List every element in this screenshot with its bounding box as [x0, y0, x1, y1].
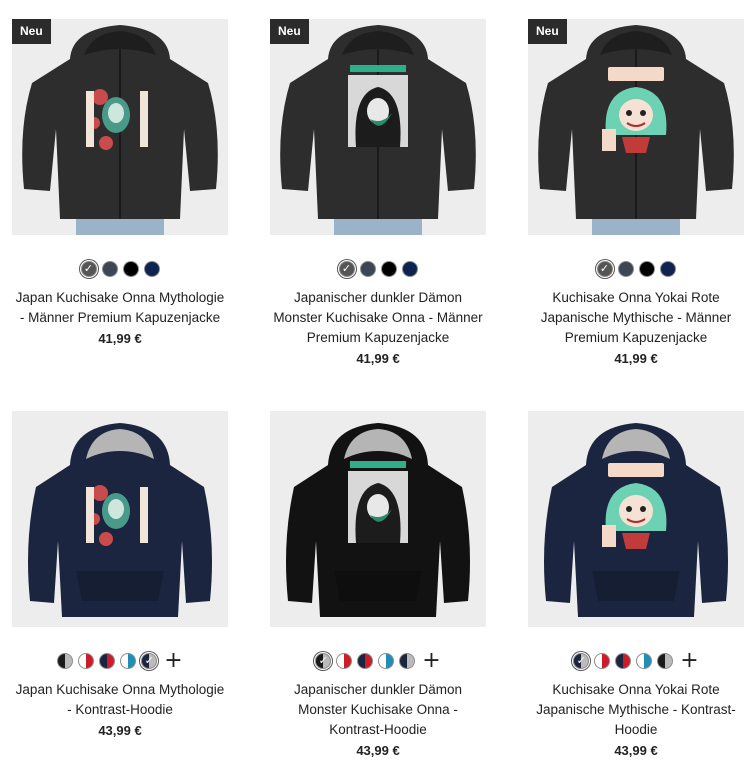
color-swatch[interactable] [336, 653, 353, 669]
product-card[interactable]: ✓ + Japan Kuchisake Onna Mythologie - Kon… [12, 411, 228, 741]
color-swatch[interactable]: ✓ [80, 261, 97, 277]
product-title[interactable]: Japan Kuchisake Onna Mythologie - Kontra… [12, 680, 228, 720]
color-swatch[interactable] [657, 653, 674, 669]
product-image[interactable] [12, 411, 228, 627]
product-image[interactable] [270, 411, 486, 627]
product-price: 43,99 € [356, 743, 400, 758]
product-price: 41,99 € [356, 351, 400, 366]
product-card[interactable]: Neu ✓ Kuchisake Onna Yokai Rote Japanisc… [528, 19, 744, 369]
product-title[interactable]: Japanischer dunkler Dämon Monster Kuchis… [270, 288, 486, 348]
product-grid: Neu ✓ Japan Kuchisake Onna Mythologie - … [0, 0, 756, 782]
check-icon: ✓ [318, 654, 328, 667]
check-icon: ✓ [341, 262, 352, 275]
color-swatch[interactable] [101, 261, 118, 277]
color-swatch[interactable] [122, 261, 139, 277]
color-swatches: ✓ + [12, 650, 228, 672]
check-icon: ✓ [144, 654, 154, 667]
product-image[interactable] [528, 411, 744, 627]
color-swatch[interactable] [399, 653, 416, 669]
hoodie-illustration [28, 423, 212, 617]
color-swatch[interactable] [357, 653, 374, 669]
color-swatch[interactable] [615, 653, 632, 669]
color-swatch[interactable] [120, 653, 137, 669]
product-title[interactable]: Japan Kuchisake Onna Mythologie - Männer… [12, 288, 228, 328]
product-image[interactable]: Neu [528, 19, 744, 235]
product-price: 41,99 € [614, 351, 658, 366]
product-card[interactable]: Neu ✓ Japan Kuchisake Onna Mythologie - … [12, 19, 228, 349]
color-swatch[interactable] [617, 261, 634, 277]
hoodie-illustration [538, 25, 734, 235]
product-image[interactable]: Neu [12, 19, 228, 235]
color-swatches: ✓ [12, 259, 228, 279]
product-image[interactable]: Neu [270, 19, 486, 235]
color-swatch[interactable] [57, 653, 74, 669]
check-icon: ✓ [576, 654, 586, 667]
color-swatch[interactable]: ✓ [315, 653, 332, 669]
color-swatch[interactable] [378, 653, 395, 669]
product-price: 43,99 € [98, 723, 142, 738]
print-graphic [348, 65, 408, 147]
color-swatch[interactable]: ✓ [573, 653, 590, 669]
color-swatches: ✓ + [528, 650, 744, 672]
hoodie-illustration [544, 423, 728, 617]
color-swatch[interactable] [78, 653, 95, 669]
new-badge: Neu [270, 19, 309, 44]
hoodie-illustration [22, 25, 218, 235]
color-swatch[interactable] [638, 261, 655, 277]
color-swatch[interactable]: ✓ [596, 261, 613, 277]
product-title[interactable]: Japanischer dunkler Dämon Monster Kuchis… [270, 680, 486, 740]
color-swatches: ✓ [528, 259, 744, 279]
product-card[interactable]: Neu ✓ Japanischer dunkler Dämon Monster … [270, 19, 486, 369]
color-swatch[interactable] [380, 261, 397, 277]
color-swatch[interactable] [401, 261, 418, 277]
product-price: 41,99 € [98, 331, 142, 346]
plus-icon[interactable]: + [680, 650, 698, 672]
color-swatches: ✓ + [270, 650, 486, 672]
color-swatch[interactable]: ✓ [141, 653, 158, 669]
product-title[interactable]: Kuchisake Onna Yokai Rote Japanische Myt… [528, 288, 744, 348]
new-badge: Neu [12, 19, 51, 44]
product-title[interactable]: Kuchisake Onna Yokai Rote Japanische Myt… [528, 680, 744, 740]
new-badge: Neu [528, 19, 567, 44]
color-swatch[interactable] [143, 261, 160, 277]
product-card[interactable]: ✓ + Japanischer dunkler Dämon Monster Kuc… [270, 411, 486, 761]
color-swatch[interactable] [636, 653, 653, 669]
hoodie-illustration [286, 423, 470, 617]
hoodie-illustration [280, 25, 476, 235]
product-price: 43,99 € [614, 743, 658, 758]
print-graphic [348, 461, 408, 543]
color-swatch[interactable] [359, 261, 376, 277]
color-swatch[interactable] [659, 261, 676, 277]
color-swatch[interactable] [99, 653, 116, 669]
color-swatch[interactable] [594, 653, 611, 669]
color-swatches: ✓ [270, 259, 486, 279]
plus-icon[interactable]: + [164, 650, 182, 672]
plus-icon[interactable]: + [422, 650, 440, 672]
product-card[interactable]: ✓ + Kuchisake Onna Yokai Rote Japanische … [528, 411, 744, 761]
check-icon: ✓ [599, 262, 610, 275]
color-swatch[interactable]: ✓ [338, 261, 355, 277]
check-icon: ✓ [83, 262, 94, 275]
